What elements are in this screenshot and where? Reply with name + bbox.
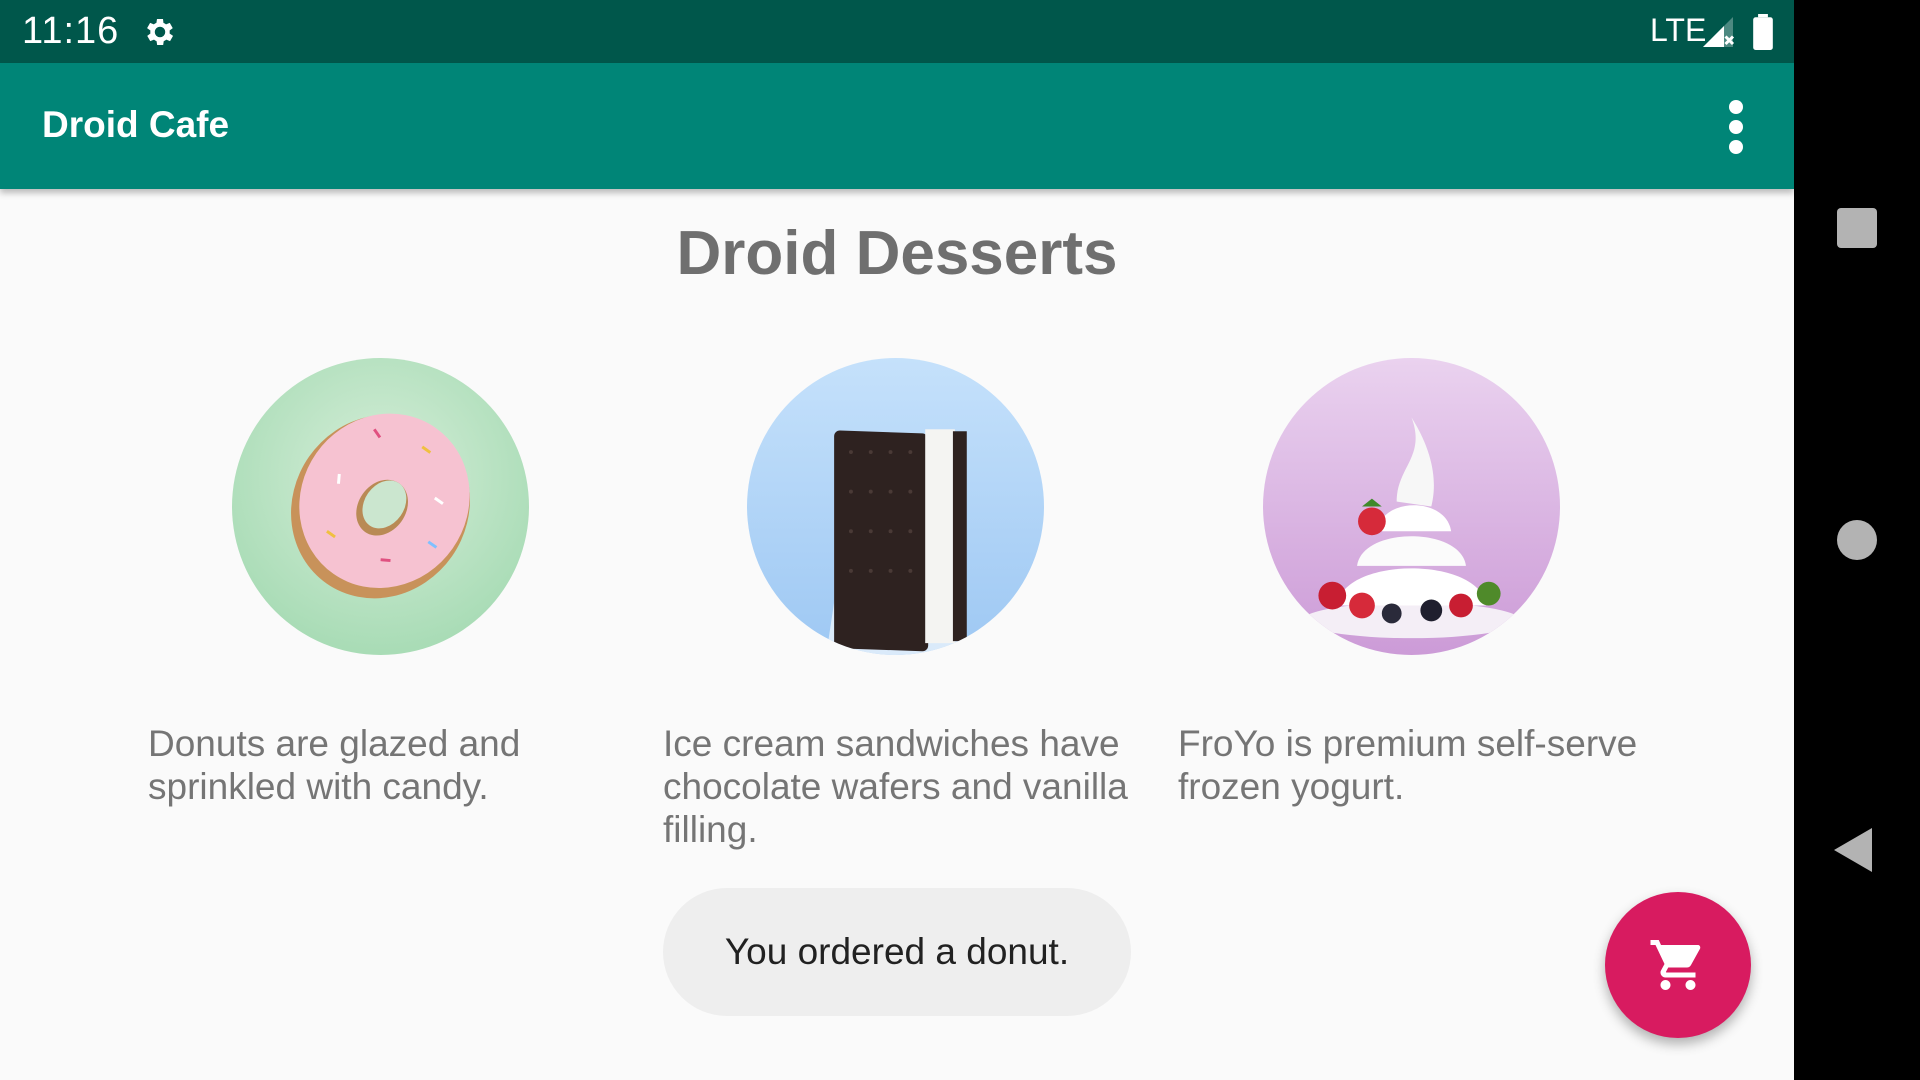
signal-icon: [1703, 17, 1735, 47]
network-type: LTE: [1650, 12, 1707, 48]
donut-image[interactable]: [232, 358, 529, 655]
back-icon[interactable]: [1834, 828, 1872, 872]
navigation-bar: [1794, 0, 1920, 1080]
order-toast: You ordered a donut.: [663, 888, 1131, 1016]
app-title: Droid Cafe: [42, 104, 230, 145]
page-title: Droid Desserts: [676, 219, 1118, 288]
more-vert-icon[interactable]: [1710, 97, 1762, 157]
status-bar: 11:16 LTE: [0, 0, 1794, 63]
app-screen: 11:16 LTE Droid Cafe Droid Desserts Donu…: [0, 0, 1794, 1080]
app-bar: Droid Cafe: [0, 63, 1794, 189]
home-icon[interactable]: [1837, 520, 1877, 560]
froyo-description: FroYo is premium self-serve frozen yogur…: [1178, 723, 1638, 807]
battery-icon: [1753, 14, 1773, 50]
recents-icon[interactable]: [1837, 208, 1877, 248]
ice-cream-sandwich-image[interactable]: [747, 358, 1044, 655]
status-time: 11:16: [22, 10, 120, 52]
shopping-cart-button[interactable]: [1605, 892, 1751, 1038]
donut-description: Donuts are glazed and sprinkled with can…: [148, 723, 521, 807]
froyo-image[interactable]: [1263, 358, 1560, 655]
shopping-cart-icon: [1650, 940, 1701, 990]
ice-cream-sandwich-description: Ice cream sandwiches have chocolate wafe…: [663, 723, 1128, 850]
gear-icon: [147, 18, 174, 46]
